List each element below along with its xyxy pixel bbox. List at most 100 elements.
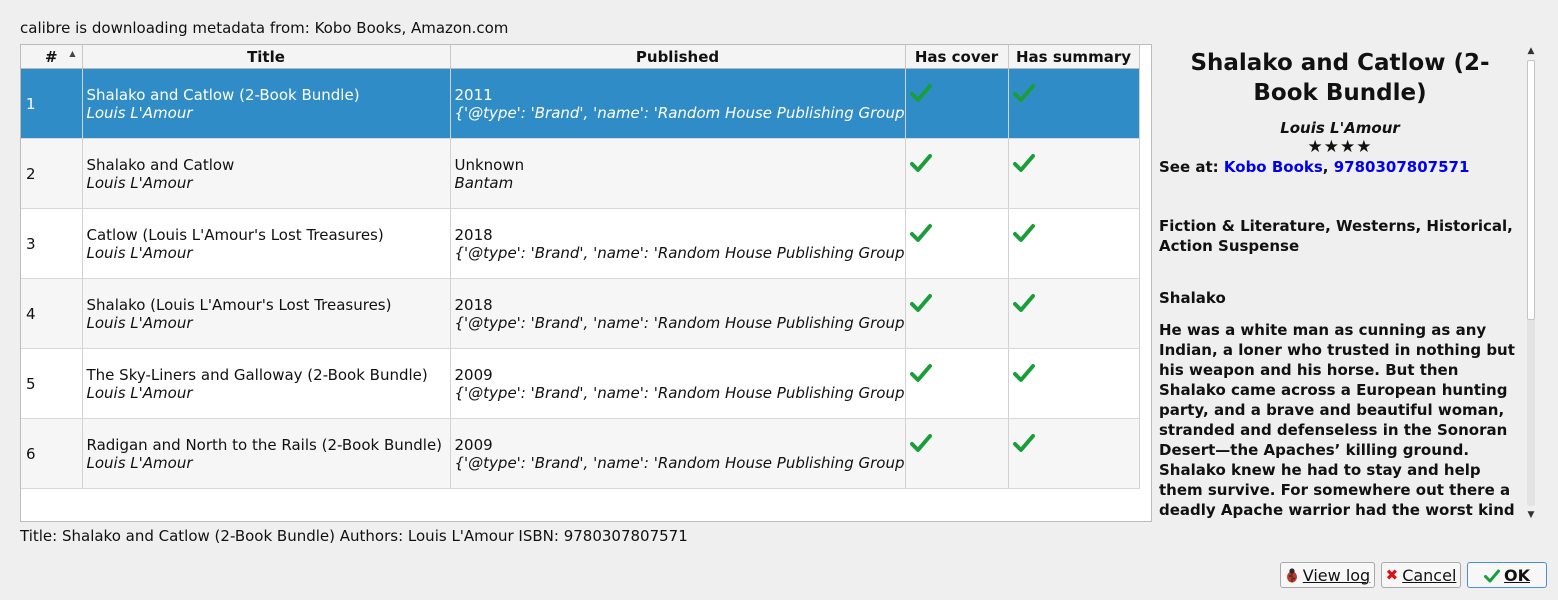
view-log-button[interactable]: View log [1280,562,1375,588]
checkmark-icon [1012,223,1035,243]
view-log-label: View log [1302,565,1371,585]
row-number: 3 [21,208,83,279]
title-cell: Shalako and Catlow Louis L'Amour [82,138,451,209]
row-number: 4 [21,278,83,349]
row-author: Louis L'Amour [86,383,193,402]
has-cover-cell [905,68,1009,139]
checkmark-icon [1012,433,1035,453]
title-cell: The Sky-Liners and Galloway (2-Book Bund… [82,348,451,419]
row-author: Louis L'Amour [86,103,193,122]
see-at-label: See at: [1159,158,1219,176]
row-published: 2009 [454,365,493,384]
scroll-track[interactable] [1527,60,1535,506]
row-number: 2 [21,138,83,209]
row-author: Louis L'Amour [86,453,193,472]
has-summary-cell [1008,68,1140,139]
column-header-published[interactable]: Published [450,45,906,69]
published-cell: 2018 {'@type': 'Brand', 'name': 'Random … [450,208,906,279]
table-row[interactable]: 2 Shalako and Catlow Louis L'Amour Unkno… [21,138,1140,209]
x-icon: ✖ [1385,566,1399,584]
row-title: Shalako and Catlow [86,155,235,174]
row-published: 2018 [454,225,493,244]
has-summary-cell [1008,278,1140,349]
details-see-at: See at: Kobo Books, 9780307807571 [1159,156,1521,178]
has-cover-cell [905,138,1009,209]
published-cell: 2009 {'@type': 'Brand', 'name': 'Random … [450,348,906,419]
row-number: 1 [21,68,83,139]
title-cell: Radigan and North to the Rails (2-Book B… [82,418,451,489]
column-header-has-cover[interactable]: Has cover [905,45,1009,69]
details-rating-stars: ★★★★ [1307,137,1373,157]
title-cell: Catlow (Louis L'Amour's Lost Treasures) … [82,208,451,279]
published-cell: 2009 {'@type': 'Brand', 'name': 'Random … [450,418,906,489]
details-scrollbar[interactable]: ▲ ▼ [1524,44,1538,522]
row-author: Louis L'Amour [86,313,193,332]
published-cell: 2018 {'@type': 'Brand', 'name': 'Random … [450,278,906,349]
title-cell: Shalako (Louis L'Amour's Lost Treasures)… [82,278,451,349]
table-row[interactable]: 5 The Sky-Liners and Galloway (2-Book Bu… [21,348,1140,419]
checkmark-icon [909,433,932,453]
ok-button[interactable]: OK [1467,562,1547,588]
checkmark-icon [909,83,932,103]
scroll-thumb[interactable] [1527,60,1535,320]
column-header-has-summary[interactable]: Has summary [1008,45,1140,69]
row-title: Shalako and Catlow (2-Book Bundle) [86,85,360,104]
checkmark-icon [1012,153,1035,173]
details-title: Shalako and Catlow (2-Book Bundle) [1190,50,1490,106]
ok-label: OK [1504,565,1530,585]
row-author: Louis L'Amour [86,173,193,192]
column-header-number[interactable]: # ▲ [21,45,83,69]
table-row[interactable]: 3 Catlow (Louis L'Amour's Lost Treasures… [21,208,1140,279]
row-title: Shalako (Louis L'Amour's Lost Treasures) [86,295,392,314]
cancel-label: Cancel [1402,565,1457,585]
column-header-title[interactable]: Title [82,45,451,69]
details-panel: Shalako and Catlow (2-Book Bundle) Louis… [1159,48,1521,520]
row-published: 2018 [454,295,493,314]
scroll-up-arrow-icon[interactable]: ▲ [1524,44,1538,58]
table-row[interactable]: 6 Radigan and North to the Rails (2-Book… [21,418,1140,489]
kobo-books-link[interactable]: Kobo Books [1224,158,1323,176]
row-title: Radigan and North to the Rails (2-Book B… [86,435,443,454]
row-publisher: {'@type': 'Brand', 'name': 'Random House… [454,103,905,122]
checkmark-icon [1012,83,1035,103]
published-cell: 2011 {'@type': 'Brand', 'name': 'Random … [450,68,906,139]
ok-check-icon [1484,568,1500,583]
row-number: 5 [21,348,83,419]
published-cell: Unknown Bantam [450,138,906,209]
row-number: 6 [21,418,83,489]
link-separator: , [1322,158,1329,176]
row-title: The Sky-Liners and Galloway (2-Book Bund… [86,365,428,384]
column-header-number-label: # [44,47,58,66]
isbn-link[interactable]: 9780307807571 [1334,158,1470,176]
status-message: calibre is downloading metadata from: Ko… [20,19,509,37]
has-summary-cell [1008,208,1140,279]
row-published: Unknown [454,155,525,174]
checkmark-icon [1012,293,1035,313]
checkmark-icon [909,363,932,383]
cancel-button[interactable]: ✖ Cancel [1381,562,1461,588]
title-cell: Shalako and Catlow (2-Book Bundle) Louis… [82,68,451,139]
checkmark-icon [909,153,932,173]
row-title: Catlow (Louis L'Amour's Lost Treasures) [86,225,384,244]
row-published: 2009 [454,435,493,454]
row-published: 2011 [454,85,493,104]
details-summary: He was a white man as cunning as any Ind… [1159,321,1515,519]
row-publisher: {'@type': 'Brand', 'name': 'Random House… [454,453,905,472]
bug-icon [1285,567,1299,583]
table-header: # ▲ Title Published Has cover Has summar… [21,45,1140,69]
checkmark-icon [1012,363,1035,383]
has-cover-cell [905,348,1009,419]
table-row[interactable]: 4 Shalako (Louis L'Amour's Lost Treasure… [21,278,1140,349]
table-row[interactable]: 1 Shalako and Catlow (2-Book Bundle) Lou… [21,68,1140,139]
checkmark-icon [909,293,932,313]
has-cover-cell [905,418,1009,489]
checkmark-icon [909,223,932,243]
sort-ascending-icon: ▲ [69,49,76,58]
has-cover-cell [905,208,1009,279]
row-publisher: Bantam [454,173,514,192]
row-publisher: {'@type': 'Brand', 'name': 'Random House… [454,243,905,262]
scroll-down-arrow-icon[interactable]: ▼ [1524,508,1538,522]
details-tags: Fiction & Literature, Westerns, Historic… [1159,217,1513,255]
results-table[interactable]: # ▲ Title Published Has cover Has summar… [20,44,1152,522]
row-publisher: {'@type': 'Brand', 'name': 'Random House… [454,313,905,332]
